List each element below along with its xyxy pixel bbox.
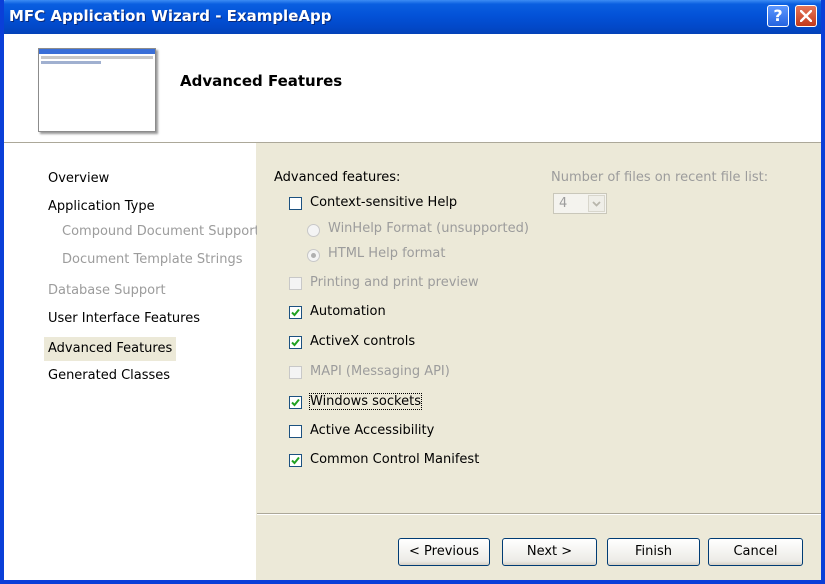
activex-label[interactable]: ActiveX controls	[310, 334, 415, 349]
checkmark-icon	[291, 308, 300, 317]
mapi-checkbox	[289, 366, 302, 379]
nav-item-document-template-strings: Document Template Strings	[62, 252, 243, 267]
mapi-label: MAPI (Messaging API)	[310, 364, 450, 379]
nav-item-advanced-features[interactable]: Advanced Features	[44, 337, 177, 361]
nav-item-overview[interactable]: Overview	[44, 167, 113, 191]
common-control-manifest-label[interactable]: Common Control Manifest	[310, 452, 479, 467]
title-bar: MFC Application Wizard - ExampleApp ?	[4, 0, 821, 34]
printing-checkbox	[289, 277, 302, 290]
nav-item-compound-document-support: Compound Document Support	[62, 224, 260, 239]
recent-files-label: Number of files on recent file list:	[551, 170, 769, 185]
advanced-features-panel: Advanced features: Context-sensitive Hel…	[257, 143, 821, 513]
window-title: MFC Application Wizard - ExampleApp	[9, 7, 332, 25]
context-help-label[interactable]: Context-sensitive Help	[310, 195, 457, 210]
recent-files-value: 4	[559, 196, 568, 211]
activex-checkbox[interactable]	[289, 336, 302, 349]
cancel-button[interactable]: Cancel	[708, 538, 803, 566]
common-control-manifest-checkbox[interactable]	[289, 454, 302, 467]
nav-item-generated-classes[interactable]: Generated Classes	[44, 364, 174, 388]
automation-label[interactable]: Automation	[310, 304, 386, 319]
wizard-nav: Overview Application Type Compound Docum…	[4, 143, 260, 580]
nav-item-user-interface-features[interactable]: User Interface Features	[44, 307, 204, 331]
nav-item-database-support: Database Support	[48, 283, 166, 298]
active-accessibility-checkbox[interactable]	[289, 425, 302, 438]
windows-sockets-checkbox[interactable]	[289, 396, 302, 409]
active-accessibility-label[interactable]: Active Accessibility	[310, 423, 434, 438]
checkmark-icon	[291, 338, 300, 347]
winhelp-label: WinHelp Format (unsupported)	[328, 221, 529, 236]
close-button[interactable]	[795, 5, 817, 27]
recent-files-select: 4	[553, 193, 607, 214]
htmlhelp-radio	[307, 249, 320, 262]
next-button[interactable]: Next >	[502, 538, 597, 566]
checkmark-icon	[291, 456, 300, 465]
previous-button[interactable]: < Previous	[398, 538, 490, 566]
printing-label: Printing and print preview	[310, 275, 479, 290]
nav-item-application-type[interactable]: Application Type	[44, 195, 159, 219]
dropdown-arrow	[588, 195, 605, 212]
help-button[interactable]: ?	[767, 5, 789, 27]
close-icon	[800, 10, 812, 22]
checkmark-icon	[291, 398, 300, 407]
page-title: Advanced Features	[180, 72, 343, 90]
wizard-header: Advanced Features	[4, 34, 821, 143]
finish-button[interactable]: Finish	[607, 538, 700, 566]
windows-sockets-label[interactable]: Windows sockets	[309, 393, 422, 410]
automation-checkbox[interactable]	[289, 306, 302, 319]
htmlhelp-label: HTML Help format	[328, 246, 446, 261]
chevron-down-icon	[592, 201, 601, 207]
advanced-features-label: Advanced features:	[274, 170, 401, 185]
app-preview-thumbnail	[38, 48, 156, 132]
context-help-checkbox[interactable]	[289, 197, 302, 210]
wizard-window: MFC Application Wizard - ExampleApp ? Ad…	[0, 0, 825, 584]
winhelp-radio	[307, 224, 320, 237]
help-icon: ?	[773, 6, 783, 25]
button-separator	[257, 513, 821, 515]
